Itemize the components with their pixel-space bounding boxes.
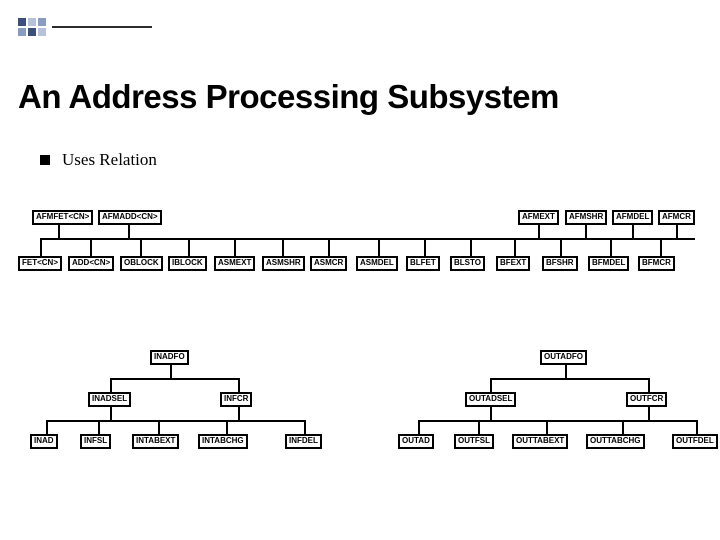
node-blsto: BLSTO bbox=[450, 256, 485, 271]
node-outtabchg: OUTTABCHG bbox=[586, 434, 645, 449]
node-afmfet: AFMFET<CN> bbox=[32, 210, 93, 225]
node-outfsl: OUTFSL bbox=[454, 434, 494, 449]
node-outadsel: OUTADSEL bbox=[465, 392, 516, 407]
bullet-text: Uses Relation bbox=[62, 150, 157, 170]
node-asmshr: ASMSHR bbox=[262, 256, 305, 271]
corner-squares bbox=[18, 18, 46, 36]
node-fet: FET<CN> bbox=[18, 256, 62, 271]
node-infdel: INFDEL bbox=[285, 434, 322, 449]
node-bfext: BFEXT bbox=[496, 256, 530, 271]
node-bfmdel: BFMDEL bbox=[588, 256, 629, 271]
node-add: ADD<CN> bbox=[68, 256, 114, 271]
node-intabchg: INTABCHG bbox=[198, 434, 248, 449]
node-iblock: IBLOCK bbox=[168, 256, 207, 271]
square-bullet-icon bbox=[40, 155, 50, 165]
node-afmext: AFMEXT bbox=[518, 210, 559, 225]
node-inad: INAD bbox=[30, 434, 58, 449]
node-asmdel: ASMDEL bbox=[356, 256, 398, 271]
node-outad: OUTAD bbox=[398, 434, 434, 449]
node-inadfo: INADFO bbox=[150, 350, 189, 365]
slide-title: An Address Processing Subsystem bbox=[18, 78, 720, 116]
node-inadsel: INADSEL bbox=[88, 392, 131, 407]
node-asmcr: ASMCR bbox=[310, 256, 347, 271]
node-outadfo: OUTADFO bbox=[540, 350, 587, 365]
corner-line bbox=[52, 26, 152, 28]
node-infcr: INFCR bbox=[220, 392, 252, 407]
node-asmext: ASMEXT bbox=[214, 256, 255, 271]
node-bfshr: BFSHR bbox=[542, 256, 578, 271]
node-intabext: INTABEXT bbox=[132, 434, 179, 449]
node-outtabext: OUTTABEXT bbox=[512, 434, 568, 449]
node-blfet: BLFET bbox=[406, 256, 440, 271]
node-bfmcr: BFMCR bbox=[638, 256, 675, 271]
node-afmadd: AFMADD<CN> bbox=[98, 210, 162, 225]
node-afmcr: AFMCR bbox=[658, 210, 695, 225]
node-oblock: OBLOCK bbox=[120, 256, 163, 271]
node-outfdel: OUTFDEL bbox=[672, 434, 718, 449]
node-afmshr: AFMSHR bbox=[565, 210, 607, 225]
corner-decoration bbox=[18, 18, 152, 36]
node-infsl: INFSL bbox=[80, 434, 111, 449]
node-outfcr: OUTFCR bbox=[626, 392, 667, 407]
bullet-item: Uses Relation bbox=[40, 150, 157, 170]
node-afmdel: AFMDEL bbox=[612, 210, 653, 225]
